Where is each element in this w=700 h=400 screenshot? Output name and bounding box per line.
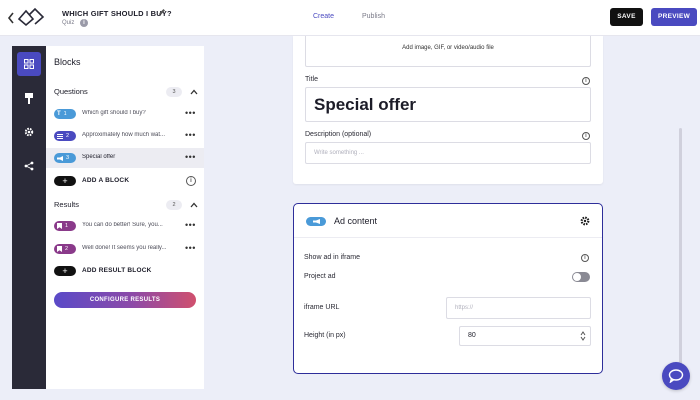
bookmark-icon (57, 246, 62, 252)
preview-button[interactable]: PREVIEW (651, 8, 697, 26)
result-2-menu-icon[interactable]: ••• (185, 244, 196, 253)
plus-icon: + (54, 266, 76, 276)
info-icon[interactable]: i (80, 19, 88, 27)
results-count-badge: 2 (166, 200, 182, 210)
add-block-info-icon[interactable]: i (186, 176, 196, 186)
ad-card-title: Ad content (334, 216, 378, 226)
show-in-iframe-info-icon[interactable]: i (581, 254, 589, 262)
question-row-2[interactable]: 2 Approximately how much wat... ••• (46, 126, 204, 146)
app-logo-icon (17, 7, 45, 27)
iframe-url-label: iframe URL (304, 304, 340, 311)
result-2-type-badge: 2 (54, 244, 76, 254)
result-1-number: 1 (65, 223, 69, 229)
result-2-number: 2 (65, 246, 69, 252)
megaphone-icon (312, 219, 320, 224)
blocks-panel: Blocks Questions 3 T 1 Which gift should… (46, 46, 204, 389)
question-editor-card: Add image, GIF, or video/audio file Titl… (293, 36, 603, 184)
questions-count-badge: 3 (166, 87, 182, 97)
question-1-number: 1 (63, 111, 67, 117)
text-icon: T (57, 111, 61, 117)
rail-share-button[interactable] (17, 154, 41, 178)
add-result-block-button[interactable]: + ADD RESULT BLOCK (54, 264, 196, 278)
toggle-knob (573, 273, 581, 281)
tab-create[interactable]: Create (313, 13, 334, 20)
question-1-type-badge: T 1 (54, 109, 76, 119)
settings-gear-icon (24, 127, 34, 137)
rail-blocks-button[interactable] (17, 52, 41, 76)
blocks-grid-icon (24, 59, 34, 69)
save-button[interactable]: SAVE (610, 8, 643, 26)
result-1-text: You can do better! Sure, you... (82, 222, 163, 228)
question-1-text: Which gift should I buy? (82, 110, 146, 116)
result-1-menu-icon[interactable]: ••• (185, 221, 196, 230)
left-rail (12, 46, 46, 389)
paint-brush-icon (25, 92, 33, 104)
collapse-results-chevron-up-icon[interactable] (190, 202, 198, 208)
description-input[interactable]: Write something ... (305, 142, 591, 164)
top-bar: WHICH GIFT SHOULD I BUY? Quiz i Create P… (0, 0, 700, 36)
quiz-type-label: Quiz (62, 20, 75, 26)
question-row-1[interactable]: T 1 Which gift should I buy? ••• (46, 104, 204, 124)
question-2-text: Approximately how much wat... (82, 132, 166, 138)
question-3-type-badge: 3 (54, 153, 76, 163)
title-info-icon[interactable]: i (582, 77, 590, 85)
chat-support-button[interactable] (662, 362, 690, 390)
bookmark-icon (57, 223, 62, 229)
list-icon (57, 133, 63, 139)
height-value: 80 (468, 332, 476, 339)
height-input[interactable]: 80 (459, 326, 591, 346)
description-info-icon[interactable]: i (582, 132, 590, 140)
add-block-button[interactable]: + ADD A BLOCK (54, 174, 196, 188)
result-row-1[interactable]: 1 You can do better! Sure, you... ••• (46, 216, 204, 236)
ad-card-header: Ad content (294, 204, 602, 238)
results-heading: Results (54, 200, 80, 209)
add-media-dropzone[interactable]: Add image, GIF, or video/audio file (305, 36, 591, 67)
add-block-label: ADD A BLOCK (82, 177, 130, 184)
questions-heading: Questions (54, 87, 88, 96)
result-1-type-badge: 1 (54, 221, 76, 231)
result-2-text: Well done! It seems you really... (82, 245, 167, 251)
result-row-2[interactable]: 2 Well done! It seems you really... ••• (46, 239, 204, 259)
ad-type-badge (306, 217, 326, 226)
share-icon (24, 161, 34, 171)
pencil-edit-icon[interactable] (158, 8, 166, 16)
question-3-number: 3 (66, 155, 70, 161)
page-scrollbar[interactable] (679, 128, 682, 390)
project-ad-toggle[interactable] (572, 272, 590, 282)
rail-design-button[interactable] (17, 86, 41, 110)
title-input[interactable]: Special offer (305, 87, 591, 122)
rail-settings-button[interactable] (17, 120, 41, 144)
description-label: Description (optional) (305, 131, 372, 138)
number-stepper-icon[interactable] (580, 330, 586, 342)
collapse-questions-chevron-up-icon[interactable] (190, 89, 198, 95)
question-2-type-badge: 2 (54, 131, 76, 141)
configure-results-button[interactable]: CONFIGURE RESULTS (54, 292, 196, 308)
panel-title: Blocks (54, 57, 81, 67)
title-label: Title (305, 76, 318, 83)
question-3-menu-icon[interactable]: ••• (185, 153, 196, 162)
tab-publish[interactable]: Publish (362, 13, 385, 20)
chat-bubble-icon (668, 369, 684, 383)
question-row-3[interactable]: 3 Special offer ••• (46, 148, 204, 168)
quiz-title[interactable]: WHICH GIFT SHOULD I BUY? (62, 9, 172, 18)
iframe-url-input[interactable]: https:// (446, 297, 591, 319)
project-ad-label: Project ad (304, 273, 336, 280)
back-chevron-icon[interactable] (6, 11, 16, 25)
question-1-menu-icon[interactable]: ••• (185, 109, 196, 118)
megaphone-icon (57, 155, 63, 161)
ad-content-card: Ad content Show ad in iframe i Project a… (293, 203, 603, 374)
show-in-iframe-label: Show ad in iframe (304, 254, 361, 261)
plus-icon: + (54, 176, 76, 186)
question-3-text: Special offer (82, 154, 116, 160)
question-2-number: 2 (66, 133, 70, 139)
height-label: Height (in px) (304, 332, 346, 339)
gear-icon[interactable] (580, 216, 590, 226)
add-result-block-label: ADD RESULT BLOCK (82, 267, 152, 274)
question-2-menu-icon[interactable]: ••• (185, 131, 196, 140)
